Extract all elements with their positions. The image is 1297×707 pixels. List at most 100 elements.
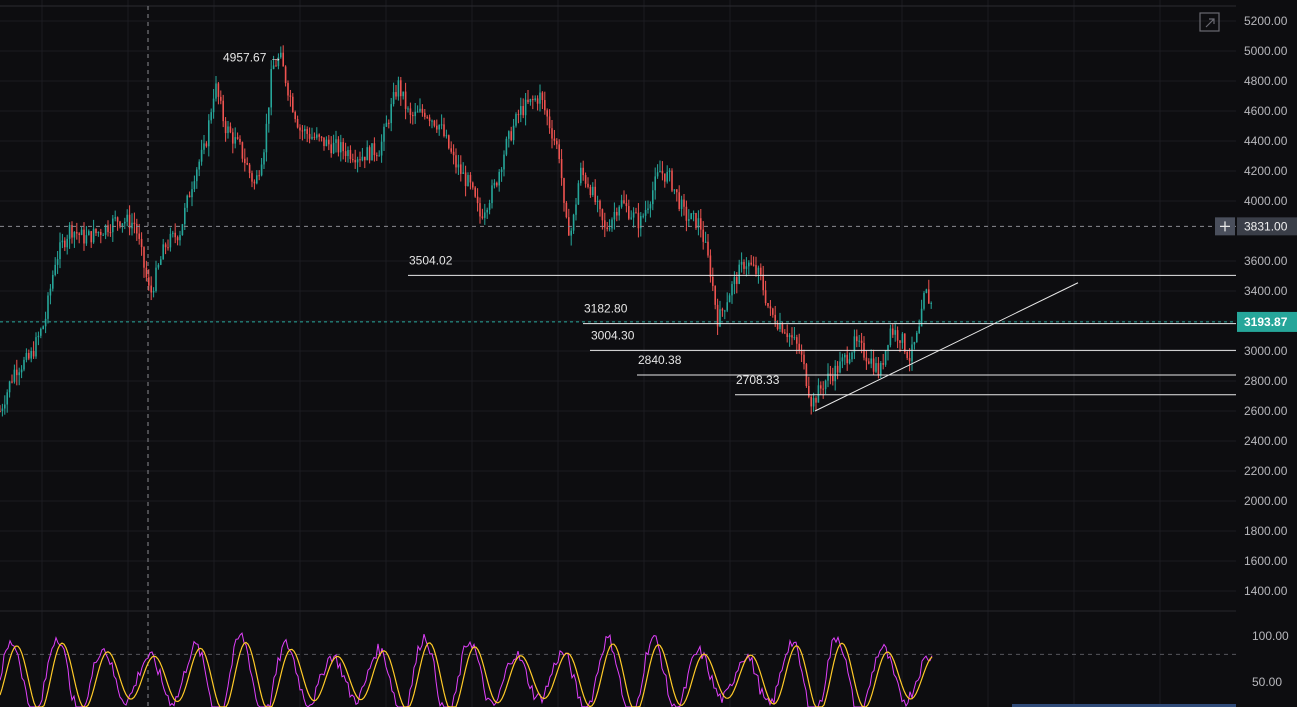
candle-body xyxy=(174,232,176,238)
candle-body xyxy=(222,100,224,122)
candle-body xyxy=(505,138,508,155)
candle-body xyxy=(203,143,205,150)
candle-body xyxy=(772,308,774,315)
candle-body xyxy=(126,214,128,222)
candle-body xyxy=(239,138,241,143)
price-axis[interactable]: 5200.00 5000.00 4800.00 4600.00 4400.00 4200.… xyxy=(1215,0,1297,707)
candle-body xyxy=(71,224,73,238)
candle-body xyxy=(656,172,659,177)
candle-body xyxy=(479,203,481,217)
candle-body xyxy=(246,163,248,165)
candle-body xyxy=(289,95,292,97)
candle-body xyxy=(587,183,589,188)
candle-body xyxy=(688,219,690,221)
candle-body xyxy=(671,170,673,191)
candle-body xyxy=(371,143,373,161)
candle-body xyxy=(570,230,572,236)
candle-body xyxy=(172,232,174,234)
candle-body xyxy=(908,357,911,362)
candle-body xyxy=(796,337,798,344)
candle-body xyxy=(613,211,616,220)
candle-body xyxy=(383,126,385,142)
candle-body xyxy=(119,221,121,227)
candle-body xyxy=(649,204,652,209)
candle-body xyxy=(469,175,472,183)
candle-body xyxy=(726,302,728,311)
candle-body xyxy=(702,229,704,242)
candle-body xyxy=(229,126,232,133)
candle-body xyxy=(858,340,860,342)
candle-body xyxy=(164,244,167,248)
candle-body xyxy=(486,209,488,213)
candle-body xyxy=(541,92,544,101)
level-label: 2840.38 xyxy=(638,353,682,367)
candle-body xyxy=(620,200,623,207)
candle-body xyxy=(47,295,49,319)
axis-tick: 3400.00 xyxy=(1244,284,1288,298)
candle-body xyxy=(882,363,884,365)
grid xyxy=(0,0,1236,707)
candle-body xyxy=(352,159,354,161)
candle-body xyxy=(335,139,337,143)
candle-body xyxy=(743,261,745,269)
candle-body xyxy=(611,219,613,229)
candle-body xyxy=(928,289,930,304)
candle-body xyxy=(560,159,563,179)
candle-body xyxy=(59,242,61,260)
price-chart[interactable]: 3504.02 3182.80 3004.302840.38 2708.33 4957… xyxy=(0,0,1297,707)
axis-tick: 1800.00 xyxy=(1244,524,1288,538)
candle-body xyxy=(416,111,419,113)
candle-body xyxy=(179,235,181,241)
axis-tick: 4600.00 xyxy=(1244,104,1288,118)
candle-body xyxy=(558,144,560,160)
candle-body xyxy=(402,91,404,97)
candle-body xyxy=(414,111,416,117)
candle-body xyxy=(606,227,608,230)
candle-body xyxy=(820,385,822,389)
axis-tick: 2000.00 xyxy=(1244,494,1288,508)
fullscreen-icon[interactable] xyxy=(1199,12,1220,32)
osc-axis-tick: 100.00 xyxy=(1252,629,1289,643)
candle-body xyxy=(544,100,546,111)
candle-body xyxy=(596,200,599,203)
candle-body xyxy=(8,381,11,393)
candle-body xyxy=(373,143,376,156)
candle-body xyxy=(625,203,628,207)
candle-body xyxy=(400,80,402,97)
candles xyxy=(0,45,932,417)
candle-body xyxy=(760,267,762,275)
candle-body xyxy=(745,266,748,269)
candle-body xyxy=(510,131,512,141)
candle-body xyxy=(227,126,229,134)
candle-body xyxy=(925,289,928,293)
axis-tick: 3600.00 xyxy=(1244,254,1288,268)
candle-body xyxy=(623,200,625,204)
candle-body xyxy=(186,195,188,208)
candle-body xyxy=(824,380,827,390)
candle-body xyxy=(275,65,277,67)
candle-body xyxy=(37,335,40,338)
candle-body xyxy=(496,182,498,186)
candle-body xyxy=(700,218,702,230)
osc-k-line xyxy=(0,632,933,707)
candle-body xyxy=(704,241,707,243)
candle-body xyxy=(448,135,450,149)
candle-body xyxy=(287,83,289,96)
candle-body xyxy=(868,361,870,364)
candle-body xyxy=(356,159,359,163)
candle-body xyxy=(546,110,548,117)
candle-body xyxy=(791,335,793,338)
candle-body xyxy=(860,340,863,343)
candle-body xyxy=(412,114,414,117)
candle-body xyxy=(169,233,172,248)
candle-body xyxy=(769,306,772,309)
candle-body xyxy=(184,207,186,225)
candle-body xyxy=(884,350,887,365)
candle-body xyxy=(740,261,743,265)
candle-body xyxy=(97,231,100,234)
candle-body xyxy=(467,175,469,187)
candle-body xyxy=(407,108,409,110)
candle-body xyxy=(500,169,503,172)
reference-levels[interactable]: 3504.02 3182.80 3004.302840.38 2708.33 xyxy=(408,253,1236,396)
candle-body xyxy=(426,116,428,118)
